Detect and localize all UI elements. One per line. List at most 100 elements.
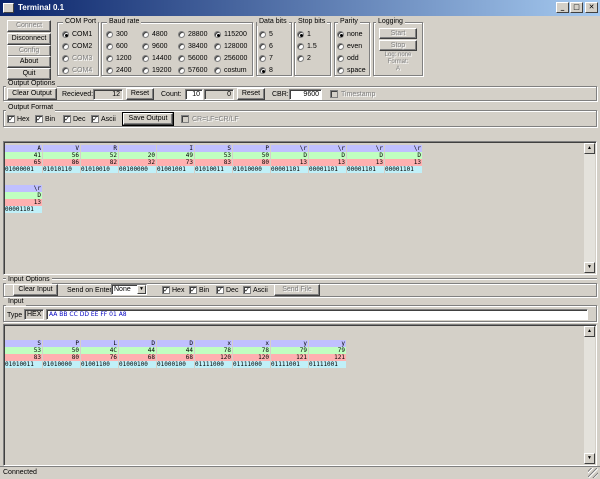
byte-cell: D 44 68 01000100	[119, 340, 156, 368]
quit-button[interactable]: Quit	[7, 68, 51, 80]
byte-cell: A 41 65 01000001	[5, 145, 42, 173]
maximize-icon[interactable]: □	[570, 2, 583, 13]
title-bar[interactable]: Terminal 0.1 _ □ ✕	[0, 0, 600, 16]
parity-radio-1[interactable]	[337, 43, 344, 50]
baud-rate-radio-4[interactable]	[142, 31, 149, 38]
stop-bits-option-label: 1.5	[307, 43, 317, 50]
baud-rate-radio-1[interactable]	[106, 43, 113, 50]
disconnect-button[interactable]: Disconnect	[7, 33, 51, 45]
log-start-button[interactable]: Start	[379, 28, 417, 39]
byte-ascii: S	[195, 145, 232, 152]
output-format-check-label: Dec	[73, 116, 86, 123]
send-file-button[interactable]: Send File	[274, 284, 320, 296]
baud-rate-radio-9[interactable]	[178, 43, 185, 50]
baud-rate-radio-5[interactable]	[142, 43, 149, 50]
com-port-option-label: COM2	[72, 43, 93, 50]
byte-bin: 01001100	[81, 361, 118, 368]
byte-cell: y 79 121 01111001	[309, 340, 346, 368]
baud-rate-radio-11[interactable]	[178, 67, 185, 74]
data-bits-radio-2[interactable]	[259, 55, 266, 62]
output-format-check-label: Bin	[45, 116, 56, 123]
baud-rate-option-label: 14400	[152, 55, 172, 62]
reset-received-button[interactable]: Reset	[126, 88, 154, 100]
byte-bin: 00001101	[385, 166, 422, 173]
input-scrollbar[interactable]: ▲ ▼	[584, 326, 595, 464]
window-title: Terminal 0.1	[18, 3, 65, 12]
baud-rate-radio-3[interactable]	[106, 67, 113, 74]
com-port-radio-0[interactable]	[62, 31, 69, 38]
byte-cell: R 52 82 01010010	[81, 145, 118, 173]
close-icon[interactable]: ✕	[585, 2, 598, 13]
log-stop-button[interactable]: Stop	[379, 40, 417, 51]
output-format-checkbox-hex[interactable]: ✓	[7, 115, 15, 123]
byte-dec: 73	[157, 159, 194, 166]
data-bits-radio-1[interactable]	[259, 43, 266, 50]
clear-input-button[interactable]: Clear Input	[13, 284, 58, 296]
com-port-radio-3[interactable]	[62, 67, 69, 74]
save-output-button[interactable]: Save Output	[122, 112, 174, 126]
status-text: Connected	[3, 469, 37, 476]
stop-bits-radio-2[interactable]	[297, 55, 304, 62]
output-scrollbar[interactable]: ▲ ▼	[584, 143, 595, 273]
resize-grip-icon[interactable]	[588, 468, 598, 478]
clear-output-button[interactable]: Clear Output	[7, 88, 57, 100]
chevron-down-icon[interactable]: ▼	[137, 285, 146, 294]
scroll-down-icon[interactable]: ▼	[584, 262, 595, 273]
com-port-option-label: COM3	[72, 55, 93, 62]
scroll-up-icon[interactable]: ▲	[584, 326, 595, 337]
baud-rate-radio-2[interactable]	[106, 55, 113, 62]
baud-rate-radio-6[interactable]	[142, 55, 149, 62]
crlf-checkbox[interactable]	[181, 115, 189, 123]
type-value: HEX	[24, 309, 44, 320]
baud-rate-option-label: 300	[116, 31, 128, 38]
splitter[interactable]	[3, 278, 597, 280]
data-bits-option-label: 6	[269, 43, 273, 50]
byte-hex: 78	[233, 347, 270, 354]
scroll-up-icon[interactable]: ▲	[584, 143, 595, 154]
send-on-enter-select[interactable]: None ▼	[111, 284, 147, 295]
byte-dec: 121	[309, 354, 346, 361]
output-format-checkbox-bin[interactable]: ✓	[35, 115, 43, 123]
reset-count-button[interactable]: Reset	[237, 88, 265, 100]
input-options-checkbox-ascii[interactable]: ✓	[243, 286, 251, 294]
parity-option-label: space	[347, 67, 366, 74]
baud-rate-radio-10[interactable]	[178, 55, 185, 62]
data-bits-option-label: 5	[269, 31, 273, 38]
baud-rate-radio-7[interactable]	[142, 67, 149, 74]
output-format-checkbox-dec[interactable]: ✓	[63, 115, 71, 123]
parity-radio-2[interactable]	[337, 55, 344, 62]
input-options-checkbox-bin[interactable]: ✓	[189, 286, 197, 294]
input-options-checkbox-hex[interactable]: ✓	[162, 286, 170, 294]
byte-hex: 44	[119, 347, 156, 354]
byte-hex: 4C	[81, 347, 118, 354]
parity-radio-0[interactable]	[337, 31, 344, 38]
stop-bits-radio-0[interactable]	[297, 31, 304, 38]
data-bits-radio-0[interactable]	[259, 31, 266, 38]
data-bits-radio-3[interactable]	[259, 67, 266, 74]
byte-cell: y 79 121 01111001	[271, 340, 308, 368]
byte-cell: \r D 13 00001101	[5, 185, 42, 213]
input-text-field[interactable]: AA BB CC DD EE FF 01 A8	[46, 309, 588, 320]
com-port-radio-1[interactable]	[62, 43, 69, 50]
scroll-down-icon[interactable]: ▼	[584, 453, 595, 464]
byte-hex: 49	[157, 152, 194, 159]
byte-dec: 13	[271, 159, 308, 166]
minimize-icon[interactable]: _	[556, 2, 569, 13]
byte-dec: 83	[195, 159, 232, 166]
baud-rate-radio-12[interactable]	[214, 31, 221, 38]
connect-button[interactable]: Connect	[7, 20, 51, 32]
timestamp-checkbox[interactable]	[330, 90, 338, 98]
baud-rate-radio-13[interactable]	[214, 43, 221, 50]
input-options-checkbox-dec[interactable]: ✓	[216, 286, 224, 294]
output-format-checkbox-ascii[interactable]: ✓	[91, 115, 99, 123]
cbr-input[interactable]: 9600	[289, 89, 322, 100]
baud-rate-radio-8[interactable]	[178, 31, 185, 38]
baud-rate-radio-15[interactable]	[214, 67, 221, 74]
about-button[interactable]: About	[7, 56, 51, 68]
baud-rate-radio-14[interactable]	[214, 55, 221, 62]
parity-radio-3[interactable]	[337, 67, 344, 74]
baud-rate-radio-0[interactable]	[106, 31, 113, 38]
com-port-radio-2[interactable]	[62, 55, 69, 62]
count-input[interactable]: 10	[185, 89, 203, 100]
stop-bits-radio-1[interactable]	[297, 43, 304, 50]
